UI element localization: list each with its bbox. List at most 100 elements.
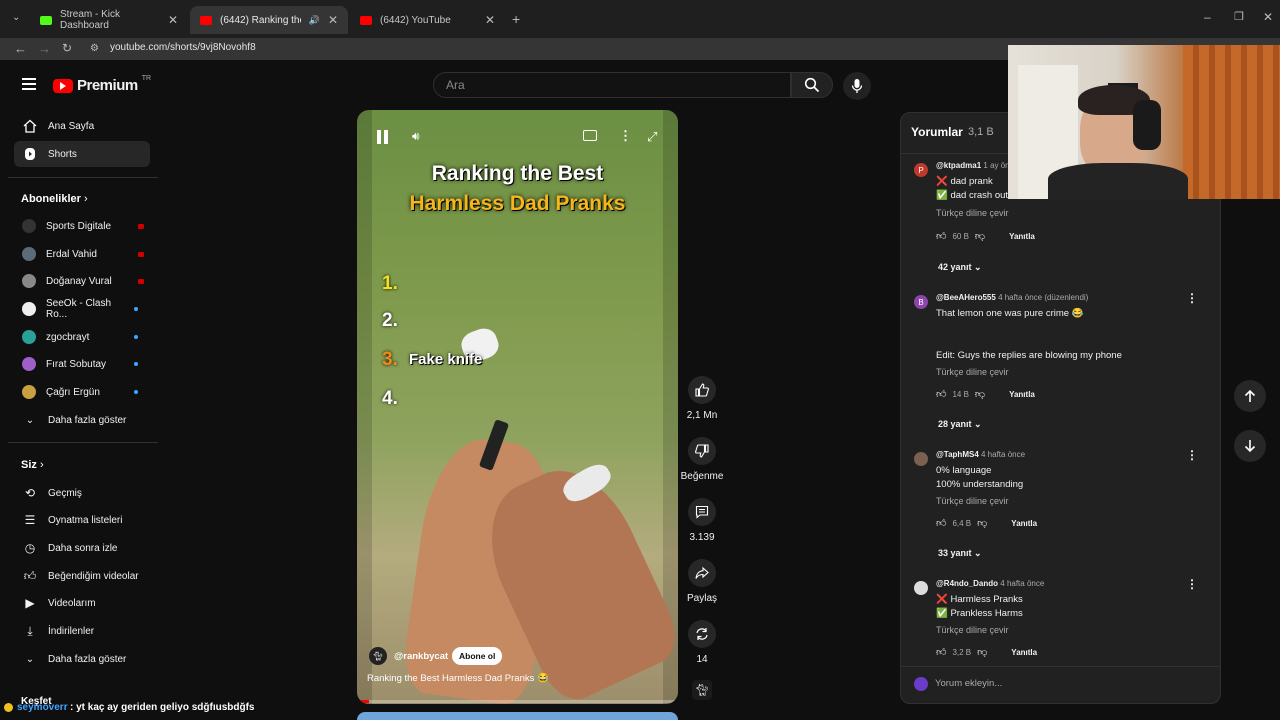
progress-bar[interactable] [357,700,678,703]
view-replies-button[interactable]: 28 yanıt ⌄ [938,419,982,430]
comment-like-icon[interactable]: 👍︎ [936,517,946,529]
translate-link[interactable]: Türkçe diline çevir [936,367,1009,377]
menu-icon[interactable] [22,78,36,90]
comment-text-line: 0% language [936,465,992,476]
close-tab-icon[interactable]: ✕ [328,13,338,27]
youtube-logo[interactable]: Premium TR [53,75,151,94]
comment-more-icon[interactable]: ⋮ [1186,291,1198,305]
tab-youtube-shorts[interactable]: (6442) Ranking the Best Ha 🔊 ✕ [190,6,348,34]
maximize-icon[interactable]: ❐ [1234,10,1244,23]
comment-dislike-icon[interactable]: 👎︎ [977,517,987,529]
back-icon[interactable]: ← [14,41,27,56]
close-tab-icon[interactable]: ✕ [485,13,495,27]
subscribe-button[interactable]: Abone ol [452,647,503,665]
comment-avatar[interactable]: P [914,163,928,177]
reply-button[interactable]: Yanıtla [1011,519,1037,528]
comment-author[interactable]: @ktpadma1 [936,161,981,170]
sidebar-item-home[interactable]: Ana Sayfa [14,113,150,139]
fullscreen-icon[interactable]: ⤢ [647,129,657,145]
comment-author[interactable]: @BeeAHero555 [936,293,996,302]
search-button[interactable] [791,72,833,98]
captions-icon[interactable] [583,130,597,141]
you-show-more[interactable]: ⌄ Daha fazla göster [14,646,150,672]
remix-action[interactable]: 14 [682,620,722,665]
comment-more-icon[interactable]: ⋮ [1186,448,1198,462]
comment-like-icon[interactable]: 👍︎ [936,230,946,242]
sidebar-subscription-item[interactable]: Çağrı Ergün [14,379,150,405]
comment-author[interactable]: @R4ndo_Dando [936,579,998,588]
sidebar-item-like[interactable]: 👍︎ Beğendiğim videolar [14,563,150,589]
comment-more-icon[interactable]: ⋮ [1186,577,1198,591]
share-action[interactable]: Paylaş [682,559,722,604]
translate-link[interactable]: Türkçe diline çevir [936,625,1009,635]
shorts-video-player[interactable]: 🔊︎ ⋮ ⤢ Ranking the Best Harmless Dad Pra… [357,110,678,704]
subscriptions-heading[interactable]: Abonelikler › [21,193,88,205]
subscriptions-show-more[interactable]: ⌄ Daha fazla göster [14,407,150,433]
comment-author[interactable]: @TaphMS4 [936,450,979,459]
pause-icon[interactable] [377,130,391,144]
close-window-icon[interactable]: ✕ [1263,10,1273,24]
sidebar-item-video[interactable]: ▶ Videolarım [14,590,150,616]
volume-icon[interactable]: 🔊︎ [412,129,420,144]
comment-avatar[interactable] [914,581,928,595]
translate-link[interactable]: Türkçe diline çevir [936,496,1009,506]
comment-icon[interactable] [688,498,716,526]
share-icon[interactable] [688,559,716,587]
like-action[interactable]: 2,1 Mn [682,376,722,421]
close-tab-icon[interactable]: ✕ [168,13,178,27]
comments-action[interactable]: 3.139 [682,498,722,543]
sidebar-subscription-item[interactable]: Fırat Sobutay [14,351,150,377]
reload-icon[interactable]: ↻ [62,41,72,55]
comment-dislike-icon[interactable]: 👎︎ [977,646,987,658]
sidebar-subscription-item[interactable]: SeeOk - Clash Ro... [14,296,150,322]
audio-source-thumbnail[interactable]: 🐈︎ [692,680,712,700]
minimize-icon[interactable]: – [1204,10,1211,24]
previous-short-button[interactable] [1234,380,1266,412]
sidebar-subscription-item[interactable]: Erdal Vahid [14,241,150,267]
comment-like-icon[interactable]: 👍︎ [936,646,946,658]
comment-avatar[interactable]: B [914,295,928,309]
add-comment-input[interactable]: Yorum ekleyin... [935,678,1002,689]
forward-icon[interactable]: → [38,41,51,56]
voice-search-button[interactable] [843,72,871,100]
channel-avatar [22,247,36,261]
thumbs-down-icon[interactable] [688,437,716,465]
next-short-preview[interactable] [357,712,678,720]
sidebar-item-shorts[interactable]: Shorts [14,141,150,167]
comment-count: 3.139 [689,532,715,543]
reply-button[interactable]: Yanıtla [1009,232,1035,241]
sidebar-item-download[interactable]: ⤓ İndirilenler [14,618,150,644]
remix-icon[interactable] [688,620,716,648]
sidebar-subscription-item[interactable]: Doğanay Vural [14,268,150,294]
dislike-action[interactable]: Beğenme [680,437,724,482]
reply-button[interactable]: Yanıtla [1011,648,1037,657]
audio-playing-icon[interactable]: 🔊 [309,15,320,26]
comment-dislike-icon[interactable]: 👎︎ [975,230,985,242]
sidebar-item-playlist[interactable]: ☰ Oynatma listeleri [14,507,150,533]
shorts-icon [22,146,38,162]
thumbs-up-icon[interactable] [688,376,716,404]
next-short-button[interactable] [1234,430,1266,462]
view-replies-button[interactable]: 42 yanıt ⌄ [938,262,982,273]
channel-handle[interactable]: @rankbycat [394,651,448,662]
sidebar-item-clock[interactable]: ◷ Daha sonra izle [14,535,150,561]
translate-link[interactable]: Türkçe diline çevir [936,208,1009,218]
comment-dislike-icon[interactable]: 👎︎ [975,388,985,400]
tab-kick-dashboard[interactable]: Stream - Kick Dashboard ✕ [30,6,188,34]
view-replies-button[interactable]: 33 yanıt ⌄ [938,548,982,559]
tab-search-icon[interactable]: ⌄ [12,12,20,23]
you-heading[interactable]: Siz › [21,459,44,471]
search-input[interactable]: Ara [433,72,791,98]
channel-avatar[interactable]: 🐈︎ [369,647,387,665]
tab-youtube[interactable]: (6442) YouTube ✕ [350,6,505,34]
sidebar-subscription-item[interactable]: zgocbrayt [14,324,150,350]
more-options-icon[interactable]: ⋮ [619,128,632,144]
comment-avatar[interactable] [914,452,928,466]
url-field[interactable]: youtube.com/shorts/9vj8Novohf8 [110,42,256,53]
new-tab-icon[interactable]: + [512,11,520,27]
reply-button[interactable]: Yanıtla [1009,390,1035,399]
comment-like-icon[interactable]: 👍︎ [936,388,946,400]
sidebar-subscription-item[interactable]: Sports Digitale [14,213,150,239]
site-info-icon[interactable]: ⚙ [90,43,99,54]
sidebar-item-history[interactable]: ⟲ Geçmiş [14,480,150,506]
